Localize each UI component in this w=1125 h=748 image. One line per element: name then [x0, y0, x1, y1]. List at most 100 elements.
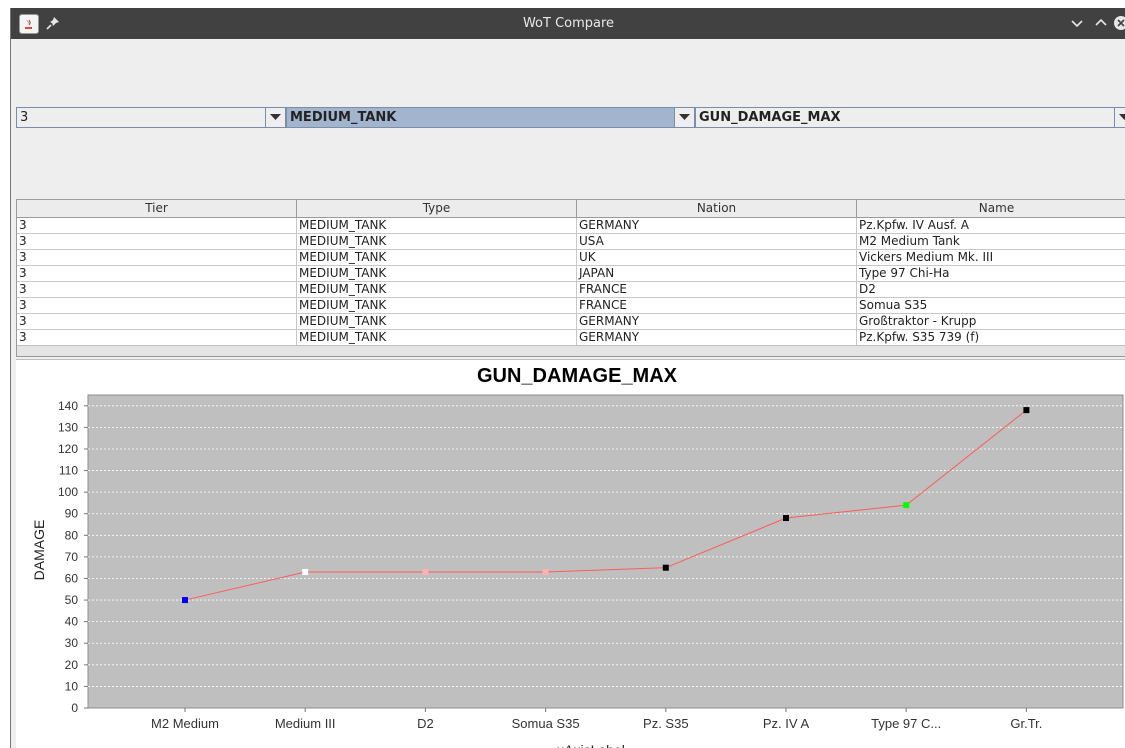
x-tick-label: Gr.Tr. [1010, 716, 1042, 731]
data-point [182, 597, 188, 604]
x-axis-label: xAxisLabel [557, 742, 625, 748]
cell-nation: UK [577, 250, 857, 266]
table-row[interactable]: 3 MEDIUM_TANK USA M2 Medium Tank [17, 234, 1125, 250]
cell-nation: FRANCE [577, 298, 857, 314]
cell-tier: 3 [17, 218, 297, 234]
column-header-name[interactable]: Name [857, 200, 1125, 218]
cell-name: Type 97 Chi-Ha [857, 266, 1125, 282]
y-tick-label: 80 [65, 528, 79, 542]
data-point [302, 569, 309, 576]
title-bar[interactable]: WoT Compare [11, 8, 1125, 39]
stat-select-value: GUN_DAMAGE_MAX [699, 110, 841, 125]
tier-dropdown-arrow[interactable] [265, 108, 285, 127]
stat-dropdown-arrow[interactable] [1114, 108, 1125, 127]
cell-type: MEDIUM_TANK [297, 314, 577, 330]
y-tick-label: 90 [65, 507, 79, 521]
table-horizontal-scrollbar[interactable] [17, 345, 1125, 356]
tier-select[interactable]: 3 [16, 107, 286, 128]
x-tick-label: Somua S35 [512, 716, 580, 731]
table-row[interactable]: 3 MEDIUM_TANK FRANCE Somua S35 [17, 298, 1125, 314]
table-row[interactable]: 3 MEDIUM_TANK GERMANY Pz.Kpfw. S35 739 (… [17, 330, 1125, 346]
column-header-tier[interactable]: Tier [17, 200, 297, 218]
cell-type: MEDIUM_TANK [297, 218, 577, 234]
x-axis-ticks: M2 Medium Medium III D2 Somua S35 Pz. S35 Pz.… [151, 708, 1042, 731]
chart-panel: GUN_DAMAGE_MAX 0 10 20 30 40 50 60 70 80 90 100 110… [16, 359, 1125, 748]
line-chart: GUN_DAMAGE_MAX 0 10 20 30 40 50 60 70 80 90 100 110… [31, 365, 1124, 748]
minimize-button[interactable] [1069, 15, 1085, 31]
y-axis-ticks: 0 10 20 30 40 50 60 70 80 90 100 110 120 130 140 [58, 399, 88, 715]
column-header-nation[interactable]: Nation [577, 200, 857, 218]
type-select[interactable]: MEDIUM_TANK [286, 107, 695, 128]
cell-type: MEDIUM_TANK [297, 330, 577, 346]
y-tick-label: 40 [65, 615, 79, 629]
cell-nation: GERMANY [577, 330, 857, 346]
cell-tier: 3 [17, 282, 297, 298]
cell-tier: 3 [17, 314, 297, 330]
type-select-value: MEDIUM_TANK [290, 110, 397, 125]
cell-name: Großtraktor - Krupp [857, 314, 1125, 330]
table-body: 3 MEDIUM_TANK GERMANY Pz.Kpfw. IV Ausf. … [17, 218, 1125, 346]
data-point [1023, 407, 1030, 414]
cell-nation: GERMANY [577, 314, 857, 330]
cell-tier: 3 [17, 330, 297, 346]
x-tick-label: M2 Medium [151, 716, 219, 731]
y-tick-label: 130 [58, 420, 78, 434]
app-window: WoT Compare 3 MEDIUM_TANK GUN_DAMAGE_MAX… [10, 8, 1125, 748]
cell-tier: 3 [17, 266, 297, 282]
plot-area [87, 394, 1124, 709]
cell-name: M2 Medium Tank [857, 234, 1125, 250]
cell-type: MEDIUM_TANK [297, 282, 577, 298]
x-tick-label: D2 [417, 716, 434, 731]
data-point [662, 564, 669, 571]
data-point [903, 502, 910, 509]
cell-name: D2 [857, 282, 1125, 298]
cell-nation: GERMANY [577, 218, 857, 234]
table-row[interactable]: 3 MEDIUM_TANK GERMANY Großtraktor - Krup… [17, 314, 1125, 330]
cell-name: Vickers Medium Mk. III [857, 250, 1125, 266]
type-dropdown-arrow[interactable] [674, 108, 694, 127]
table-row[interactable]: 3 MEDIUM_TANK UK Vickers Medium Mk. III [17, 250, 1125, 266]
x-tick-label: Pz. IV A [763, 716, 810, 731]
y-tick-label: 50 [65, 593, 79, 607]
chart-title: GUN_DAMAGE_MAX [477, 365, 678, 387]
cell-name: Somua S35 [857, 298, 1125, 314]
cell-name: Pz.Kpfw. S35 739 (f) [857, 330, 1125, 346]
cell-type: MEDIUM_TANK [297, 234, 577, 250]
data-point [542, 569, 549, 576]
stat-select[interactable]: GUN_DAMAGE_MAX [695, 107, 1125, 128]
cell-tier: 3 [17, 234, 297, 250]
table-row[interactable]: 3 MEDIUM_TANK GERMANY Pz.Kpfw. IV Ausf. … [17, 218, 1125, 234]
y-tick-label: 30 [65, 636, 79, 650]
table-row[interactable]: 3 MEDIUM_TANK FRANCE D2 [17, 282, 1125, 298]
y-tick-label: 20 [65, 658, 79, 672]
y-tick-label: 140 [58, 399, 78, 413]
tier-select-value: 3 [20, 110, 29, 125]
tank-table[interactable]: Tier Type Nation Name 3 MEDIUM_TANK GERM… [16, 199, 1125, 357]
y-tick-label: 60 [65, 571, 79, 585]
cell-name: Pz.Kpfw. IV Ausf. A [857, 218, 1125, 234]
cell-nation: USA [577, 234, 857, 250]
column-header-type[interactable]: Type [297, 200, 577, 218]
y-tick-label: 110 [59, 464, 78, 478]
y-axis-label: DAMAGE [31, 520, 47, 581]
cell-nation: FRANCE [577, 282, 857, 298]
data-point [783, 515, 789, 522]
x-tick-label: Pz. S35 [643, 716, 689, 731]
cell-type: MEDIUM_TANK [297, 298, 577, 314]
window-title: WoT Compare [522, 16, 615, 31]
table-header: Tier Type Nation Name [17, 200, 1125, 218]
cell-tier: 3 [17, 298, 297, 314]
data-point [422, 569, 429, 576]
maximize-button[interactable] [1093, 15, 1109, 31]
y-tick-label: 100 [58, 485, 78, 499]
x-tick-label: Medium III [275, 716, 336, 731]
close-button[interactable] [1113, 15, 1125, 31]
x-tick-label: Type 97 C... [871, 716, 941, 731]
cell-type: MEDIUM_TANK [297, 250, 577, 266]
cell-tier: 3 [17, 250, 297, 266]
table-row[interactable]: 3 MEDIUM_TANK JAPAN Type 97 Chi-Ha [17, 266, 1125, 282]
y-tick-label: 70 [65, 550, 79, 564]
cell-nation: JAPAN [577, 266, 857, 282]
y-tick-label: 120 [58, 442, 78, 456]
y-tick-label: 0 [71, 701, 78, 715]
